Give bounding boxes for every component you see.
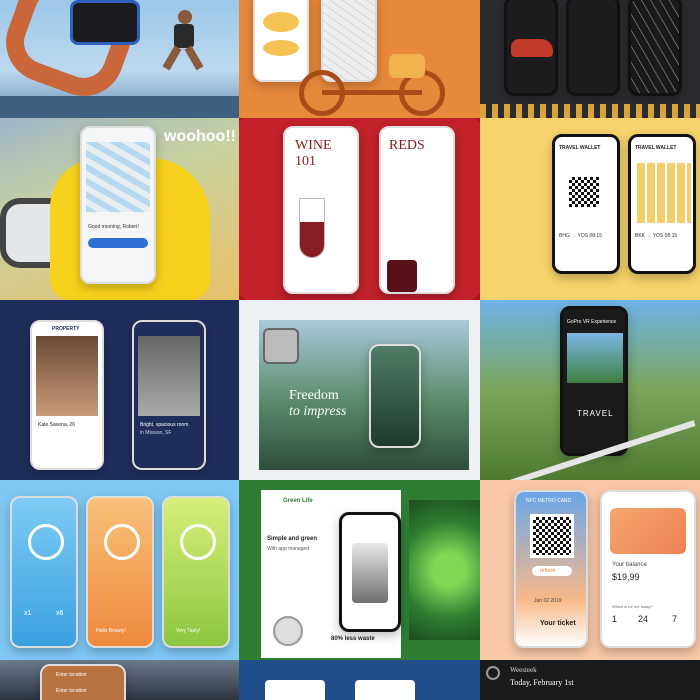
nfc-counter-label: Which is for me today? [612, 604, 653, 609]
room-photo [138, 336, 200, 416]
water-caption-middle: Hello Beauty! [96, 628, 126, 634]
bottom-middle-card-2 [355, 680, 415, 700]
phone-car [504, 0, 558, 96]
tile-bottom-middle [239, 660, 480, 700]
phone-room: Bright, spacious room in Mission, SF [132, 320, 206, 470]
nfc-date: Jan 02 2019 [534, 598, 562, 604]
wallet-left-row: BHG → YOS 08:15 [559, 233, 602, 239]
tile-woohoo: Good morning, Robert! woohoo!! [0, 118, 239, 300]
tile-travel-wallet: TRAVEL WALLET BHG → YOS 08:15 TRAVEL WAL… [480, 118, 700, 300]
tile-freedom: Freedom to impress [239, 300, 480, 480]
tile-dark-map [480, 0, 700, 118]
phone-profile: PROPERTY Kate Saxena, 26 [30, 320, 104, 470]
phone-wallet-right: TRAVEL WALLET BKK → YOS 08:15 [628, 134, 696, 274]
fern-leaves [409, 500, 480, 640]
tile-bottom-right: Weesteek Today, February 1st [480, 660, 700, 700]
green-life-subline: With app managed [267, 546, 309, 552]
globe-icon [486, 666, 500, 680]
robot-icon [273, 616, 303, 646]
wallet-left-header: TRAVEL WALLET [559, 145, 601, 151]
vr-photo [567, 333, 623, 383]
phone-woohoo: Good morning, Robert! [80, 126, 156, 284]
car-icon [511, 39, 553, 57]
green-life-stat: 80% less waste [331, 636, 375, 642]
bottom-left-field2[interactable]: Enter location [56, 688, 87, 694]
phone-streets [628, 0, 682, 96]
wine-title-line2: 101 [295, 154, 316, 169]
bottom-right-subtitle: Today, February 1st [510, 678, 574, 687]
reds-bottle [387, 260, 417, 292]
wallet-right-row: BKK → YOS 08:15 [635, 233, 678, 239]
wallet-right-header: TRAVEL WALLET [635, 145, 677, 151]
qr-code-icon [569, 177, 599, 207]
bottom-right-title: Weesteek [510, 666, 537, 674]
bottom-left-field1[interactable]: Enter location [56, 672, 87, 678]
nfc-qr-code-icon [530, 514, 574, 558]
leaf-icon [180, 524, 216, 560]
water-value-1: x1 [24, 610, 32, 617]
nfc-counter-3[interactable]: 7 [672, 614, 677, 624]
water-caption-right: Very Tasty! [176, 628, 201, 634]
vr-banner: TRAVEL [577, 409, 614, 418]
phone-nfc-balance: Your balance $19,99 Which is for me toda… [600, 490, 696, 648]
wine-title-line1: WINE [295, 138, 332, 153]
freedom-headline-line1: Freedom [289, 388, 339, 403]
smile-icon [104, 524, 140, 560]
phone-freedom [369, 344, 421, 448]
nfc-ticket-label: Your ticket [540, 620, 576, 627]
product-image [352, 543, 388, 603]
phone-nfc-ticket: NFC METRO CARD refresh Jan 02 2019 Your … [514, 490, 588, 648]
phone-wallet-left: TRAVEL WALLET BHG → YOS 08:15 [552, 134, 620, 274]
woohoo-card-title: Good morning, Robert! [88, 224, 139, 230]
water-drop-icon [28, 524, 64, 560]
woohoo-action-button[interactable] [88, 238, 148, 248]
tile-property: PROPERTY Kate Saxena, 26 Bright, spaciou… [0, 300, 239, 480]
nfc-header: NFC METRO CARD [526, 498, 572, 504]
freedom-headline-line2: to impress [289, 404, 347, 419]
nfc-balance-label: Your balance [612, 562, 647, 568]
tile-nfc: NFC METRO CARD refresh Jan 02 2019 Your … [480, 480, 700, 660]
phone-water-green: Very Tasty! [162, 496, 230, 648]
profile-photo [36, 336, 98, 416]
phone-water-blue: x1 x6 [10, 496, 78, 648]
card-image [610, 508, 686, 554]
nfc-counter-2[interactable]: 24 [638, 614, 648, 624]
tracker-screen [70, 0, 140, 45]
water-value-2: x6 [56, 610, 64, 617]
phone-vr: GoPro VR Experience TRAVEL [560, 306, 628, 456]
property-left-header: PROPERTY [52, 326, 80, 332]
nfc-balance: $19,99 [612, 572, 640, 582]
phone-water-orange: Hello Beauty! [86, 496, 154, 648]
phone-reds: REDS [379, 126, 455, 294]
property-right-subtitle: in Mission, SF [140, 430, 172, 436]
action-camera-icon [263, 328, 299, 364]
property-right-title: Bright, spacious room [140, 422, 189, 428]
tile-water: x1 x6 Hello Beauty! Very Tasty! [0, 480, 239, 660]
nfc-counter-1[interactable]: 1 [612, 614, 617, 624]
tile-green-life: Green Life Simple and green With app man… [239, 480, 480, 660]
refresh-label: refresh [540, 568, 556, 574]
tile-bike-map [239, 0, 480, 118]
phone-wine: WINE 101 [283, 126, 359, 294]
app-design-collage: Good morning, Robert! woohoo!! WINE 101 … [0, 0, 700, 700]
woohoo-caption: woohoo!! [164, 128, 236, 145]
phone-menu [566, 0, 620, 96]
bicycle-icon [299, 54, 449, 118]
green-life-headline: Simple and green [267, 536, 318, 542]
green-life-brand: Green Life [283, 498, 313, 504]
tile-wine: WINE 101 REDS [239, 118, 480, 300]
phone-green-life [339, 512, 401, 632]
tile-bottom-left: Enter location Enter location [0, 660, 239, 700]
reds-title: REDS [389, 138, 425, 153]
wine-glass-icon [299, 198, 325, 258]
phone-bottom-left: Enter location Enter location [40, 664, 126, 700]
bottom-middle-card-1 [265, 680, 325, 700]
tile-vr-travel: GoPro VR Experience TRAVEL [480, 300, 700, 480]
tile-fitness [0, 0, 239, 118]
property-left-name: Kate Saxena, 26 [38, 422, 75, 428]
calendar-grid [637, 163, 691, 223]
vr-header: GoPro VR Experience [567, 319, 617, 325]
runner-figure [160, 10, 210, 71]
